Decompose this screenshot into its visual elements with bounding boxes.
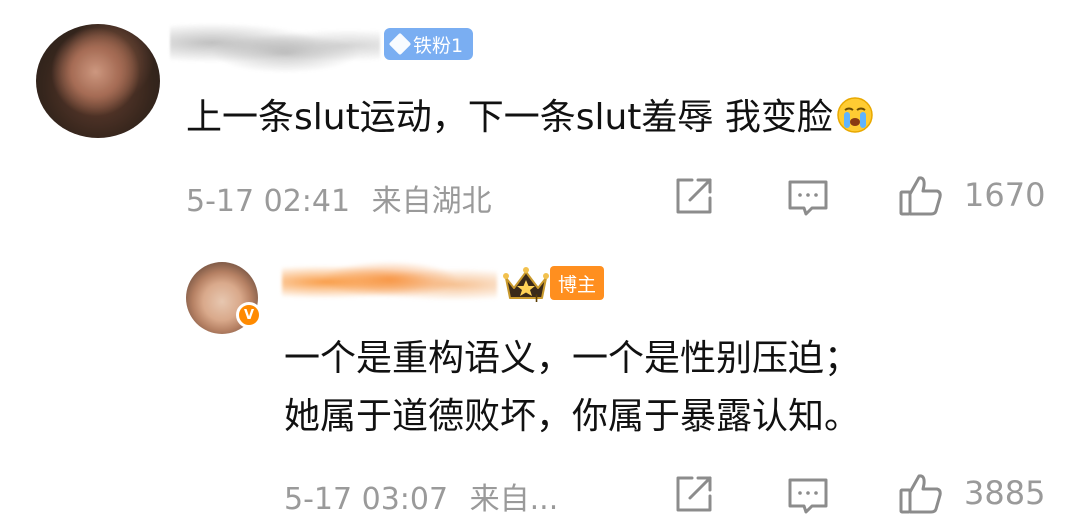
blogger-username-redacted[interactable] bbox=[282, 256, 497, 308]
fan-badge[interactable]: 铁粉1 bbox=[384, 28, 474, 60]
reply-location: 来自... bbox=[469, 482, 559, 517]
crying-emoji-icon bbox=[835, 95, 875, 144]
blogger-badge-label: 博主 bbox=[558, 273, 597, 296]
fan-badge-label: 铁粉1 bbox=[413, 34, 464, 57]
reply-text: 一个是重构语义，一个是性别压迫； 她属于道德败坏，你属于暴露认知。 bbox=[284, 330, 860, 446]
comment-thread: 铁粉1 上一条slut运动，下一条slut羞辱 我变脸 5-17 02:41 来… bbox=[0, 0, 1080, 532]
crown-level-label: I bbox=[535, 293, 538, 304]
diamond-icon bbox=[388, 32, 412, 56]
blogger-badge: 博主 bbox=[550, 266, 605, 300]
comment-timestamp: 5-17 02:41 bbox=[186, 184, 351, 219]
blogger-avatar[interactable]: V bbox=[186, 262, 262, 334]
comment-icon[interactable] bbox=[786, 176, 830, 220]
reply-text-line-2: 她属于道德败坏，你属于暴露认知。 bbox=[284, 396, 861, 437]
verified-icon: V bbox=[236, 302, 262, 328]
comment-meta: 5-17 02:41 来自湖北 bbox=[186, 176, 492, 220]
reply-text-line-1: 一个是重构语义，一个是性别压迫； bbox=[284, 338, 861, 379]
comment-text: 上一条slut运动，下一条slut羞辱 我变脸 bbox=[186, 88, 875, 144]
share-icon[interactable] bbox=[672, 174, 716, 218]
comment-location: 来自湖北 bbox=[371, 184, 492, 219]
like-icon[interactable] bbox=[898, 172, 942, 216]
crown-icon[interactable]: I bbox=[500, 264, 552, 305]
commenter-username-redacted[interactable] bbox=[170, 22, 380, 74]
reply-meta: 5-17 03:07 来自... bbox=[284, 474, 558, 518]
reply-timestamp: 5-17 03:07 bbox=[284, 482, 449, 517]
reply-like-count: 3885 bbox=[964, 474, 1046, 512]
reply-comment-icon[interactable] bbox=[786, 474, 830, 518]
comment-like-count: 1670 bbox=[964, 176, 1046, 214]
reply-share-icon[interactable] bbox=[672, 472, 716, 516]
reply-like-icon[interactable] bbox=[898, 470, 942, 514]
commenter-avatar[interactable] bbox=[36, 24, 160, 138]
commenter-avatar-image bbox=[36, 24, 160, 138]
comment-body: 上一条slut运动，下一条slut羞辱 我变脸 bbox=[186, 97, 833, 138]
